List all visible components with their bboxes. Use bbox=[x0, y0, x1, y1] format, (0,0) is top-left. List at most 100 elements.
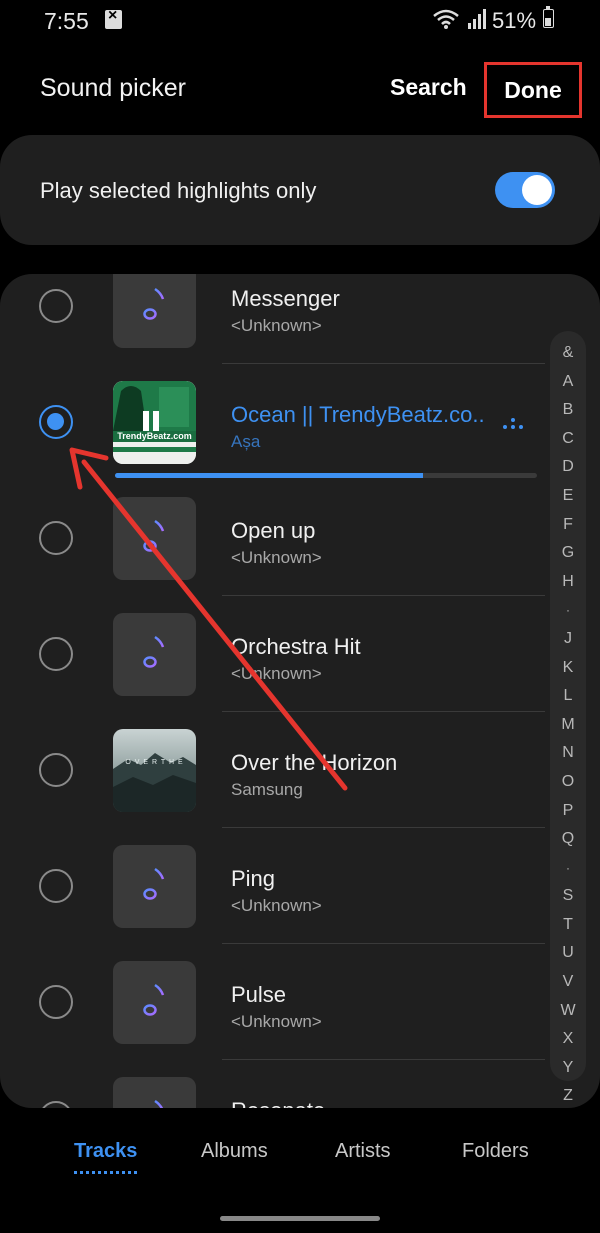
album-art-ocean: TrendyBeatz.com bbox=[113, 381, 196, 464]
track-row-orchestra-hit[interactable]: Orchestra Hit <Unknown> bbox=[0, 596, 545, 712]
track-radio-selected[interactable] bbox=[39, 405, 73, 439]
index-letter[interactable]: T bbox=[550, 911, 586, 940]
index-letter[interactable]: L bbox=[550, 682, 586, 711]
battery-icon bbox=[543, 6, 554, 28]
library-tabs: Tracks Albums Artists Folders bbox=[0, 1140, 600, 1190]
index-letter[interactable]: B bbox=[550, 396, 586, 425]
playback-progress-bar[interactable] bbox=[115, 473, 537, 478]
index-letter[interactable]: · bbox=[550, 596, 586, 625]
tab-artists[interactable]: Artists bbox=[335, 1140, 391, 1163]
tab-albums[interactable]: Albums bbox=[201, 1140, 268, 1163]
index-letter[interactable]: U bbox=[550, 939, 586, 968]
track-row-pulse[interactable]: Pulse <Unknown> bbox=[0, 944, 545, 1060]
track-title: Orchestra Hit bbox=[231, 634, 361, 659]
track-title: Resonate bbox=[231, 1098, 325, 1108]
index-letter[interactable]: S bbox=[550, 882, 586, 911]
index-letter[interactable]: H bbox=[550, 568, 586, 597]
status-time: 7:55 bbox=[44, 8, 89, 34]
home-indicator[interactable] bbox=[220, 1216, 380, 1221]
track-title: Messenger bbox=[231, 286, 340, 311]
notification-icon bbox=[105, 7, 122, 29]
tab-folders[interactable]: Folders bbox=[462, 1140, 529, 1163]
index-letter[interactable]: D bbox=[550, 453, 586, 482]
tab-tracks[interactable]: Tracks bbox=[74, 1140, 138, 1174]
track-radio[interactable] bbox=[39, 985, 73, 1019]
music-note-icon bbox=[143, 519, 165, 552]
horizon-album-art-image bbox=[113, 729, 196, 812]
highlights-label: Play selected highlights only bbox=[40, 178, 317, 203]
track-artist: <Unknown> bbox=[231, 316, 322, 335]
track-artist: <Unknown> bbox=[231, 664, 322, 683]
index-letter[interactable]: K bbox=[550, 654, 586, 683]
index-letter[interactable]: Y bbox=[550, 1054, 586, 1083]
music-note-thumbnail bbox=[113, 845, 196, 928]
track-title: Over the Horizon bbox=[231, 750, 398, 775]
track-radio[interactable] bbox=[39, 637, 73, 671]
track-title: Pulse bbox=[231, 982, 287, 1007]
highlights-toggle[interactable] bbox=[495, 172, 555, 208]
app-header: Sound picker Search Done bbox=[0, 58, 600, 118]
track-radio[interactable] bbox=[39, 1101, 73, 1108]
toggle-knob bbox=[522, 175, 552, 205]
music-note-thumbnail bbox=[113, 961, 196, 1044]
track-radio[interactable] bbox=[39, 521, 73, 555]
music-note-icon bbox=[143, 635, 165, 668]
music-note-thumbnail bbox=[113, 274, 196, 348]
index-letters: & A B C D E F G H · J K L M N O P Q · S T U V W X Y Z bbox=[550, 339, 586, 1111]
ocean-album-art-image bbox=[113, 381, 196, 464]
music-note-icon bbox=[153, 1099, 164, 1108]
index-letter[interactable]: & bbox=[550, 339, 586, 368]
alphabet-index-scroller[interactable]: & A B C D E F G H · J K L M N O P Q · S T U V W X Y Z bbox=[550, 331, 586, 1104]
playback-progress-fill bbox=[115, 473, 424, 478]
track-list: Messenger <Unknown> TrendyBeatz.com Ocea… bbox=[0, 274, 600, 1108]
music-note-icon bbox=[143, 287, 165, 320]
music-note-thumbnail bbox=[113, 1077, 196, 1108]
index-letter[interactable]: F bbox=[550, 511, 586, 540]
more-options-icon[interactable] bbox=[501, 418, 525, 432]
track-radio[interactable] bbox=[39, 869, 73, 903]
status-bar: 7:55 51% bbox=[0, 0, 600, 44]
index-letter[interactable]: V bbox=[550, 968, 586, 997]
index-letter[interactable]: G bbox=[550, 539, 586, 568]
done-button[interactable]: Done bbox=[484, 62, 582, 118]
index-letter[interactable]: M bbox=[550, 711, 586, 740]
index-letter[interactable]: J bbox=[550, 625, 586, 654]
index-letter[interactable]: · bbox=[550, 854, 586, 883]
index-letter[interactable]: P bbox=[550, 797, 586, 826]
track-title: Ocean || TrendyBeatz.co.. bbox=[231, 402, 485, 427]
index-letter[interactable]: Z bbox=[550, 1082, 586, 1111]
track-artist: Așa bbox=[231, 432, 261, 451]
track-title: Ping bbox=[231, 866, 276, 891]
track-row-messenger[interactable]: Messenger <Unknown> bbox=[0, 274, 545, 364]
track-radio[interactable] bbox=[39, 289, 73, 323]
index-letter[interactable]: A bbox=[550, 368, 586, 397]
index-letter[interactable]: W bbox=[550, 997, 586, 1026]
index-letter[interactable]: O bbox=[550, 768, 586, 797]
track-artist: Samsung bbox=[231, 780, 303, 799]
track-row-resonate[interactable]: Resonate bbox=[0, 1060, 545, 1108]
album-art-horizon: O V E R T H E bbox=[113, 729, 196, 812]
track-row-open-up[interactable]: Open up <Unknown> bbox=[0, 480, 545, 596]
album-art-caption: TrendyBeatz.com bbox=[117, 431, 192, 441]
track-row-ocean[interactable]: TrendyBeatz.com Ocean || TrendyBeatz.co.… bbox=[0, 364, 545, 480]
track-row-ping[interactable]: Ping <Unknown> bbox=[0, 828, 545, 944]
signal-icon bbox=[468, 9, 486, 29]
music-note-icon bbox=[143, 867, 165, 900]
index-letter[interactable]: C bbox=[550, 425, 586, 454]
track-artist: <Unknown> bbox=[231, 548, 322, 567]
index-letter[interactable]: E bbox=[550, 482, 586, 511]
track-radio[interactable] bbox=[39, 753, 73, 787]
battery-percentage: 51% bbox=[492, 8, 537, 33]
track-title: Open up bbox=[231, 518, 316, 543]
track-artist: <Unknown> bbox=[231, 1012, 322, 1031]
index-letter[interactable]: Q bbox=[550, 825, 586, 854]
music-note-icon bbox=[143, 983, 165, 1016]
wifi-icon bbox=[433, 9, 459, 29]
index-letter[interactable]: N bbox=[550, 739, 586, 768]
album-art-caption: O V E R T H E bbox=[125, 759, 184, 766]
index-letter[interactable]: X bbox=[550, 1025, 586, 1054]
track-row-over-the-horizon[interactable]: O V E R T H E Over the Horizon Samsung bbox=[0, 712, 545, 828]
page-title: Sound picker bbox=[40, 74, 186, 102]
search-button[interactable]: Search bbox=[390, 74, 467, 101]
track-artist: <Unknown> bbox=[231, 896, 322, 915]
